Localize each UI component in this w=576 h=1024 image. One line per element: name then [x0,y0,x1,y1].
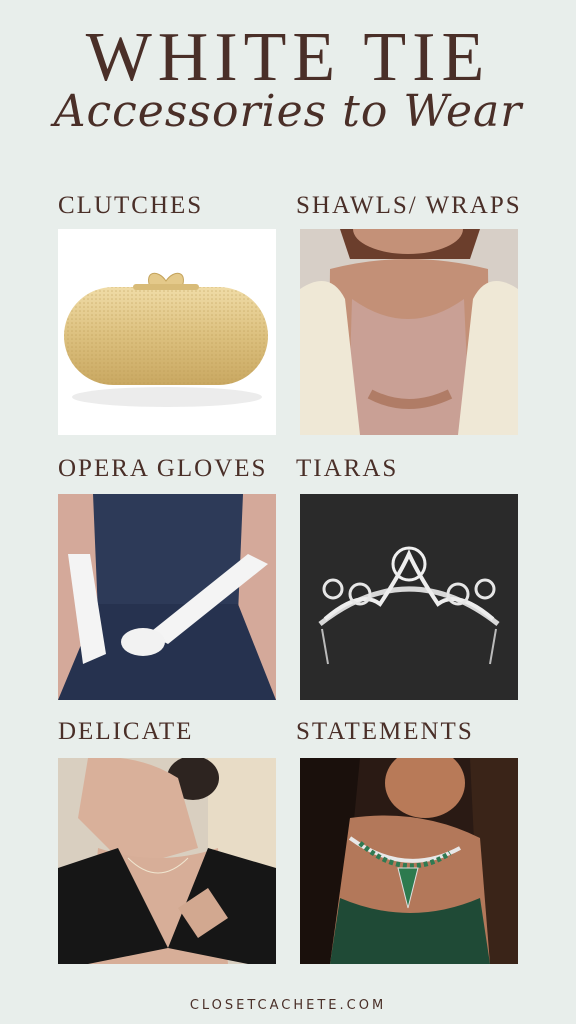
footer-site-link[interactable]: CLOSETCACHETE.COM [0,998,576,1013]
section-label-shawls-wraps: SHAWLS/ WRAPS [296,192,522,219]
page-subtitle: Accessories to Wear [53,86,523,137]
clutch-image [58,229,276,435]
statement-necklace-image [300,758,518,964]
section-label-clutches: CLUTCHES [58,192,204,219]
shawl-image [300,229,518,435]
section-label-tiaras: TIARAS [296,455,399,482]
section-label-opera-gloves: OPERA GLOVES [58,455,268,482]
delicate-necklace-image [58,758,276,964]
section-label-statements: STATEMENTS [296,718,474,745]
opera-gloves-image [58,494,276,700]
tiara-image [300,494,518,700]
section-label-delicate: DELICATE [58,718,194,745]
